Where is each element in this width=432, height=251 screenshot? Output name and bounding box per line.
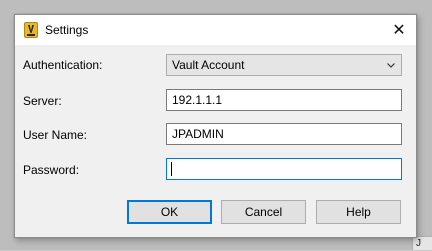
- settings-dialog: Settings ✕ Authentication: Vault Account…: [14, 14, 417, 238]
- window-title: Settings: [45, 23, 88, 37]
- authentication-dropdown[interactable]: Vault Account: [166, 54, 402, 76]
- password-label: Password:: [23, 163, 79, 177]
- server-label: Server:: [23, 94, 62, 108]
- vault-app-icon: [24, 22, 38, 38]
- user-name-label: User Name:: [23, 128, 87, 142]
- chevron-down-icon: [387, 61, 395, 69]
- password-field[interactable]: [166, 158, 402, 180]
- ok-button[interactable]: OK: [127, 200, 212, 224]
- close-icon[interactable]: ✕: [386, 17, 412, 43]
- user-name-field[interactable]: JPADMIN: [166, 123, 402, 145]
- authentication-selected-value: Vault Account: [172, 58, 245, 72]
- title-bar[interactable]: Settings ✕: [15, 15, 416, 45]
- text-caret: [171, 162, 172, 176]
- taskbar-item[interactable]: J: [412, 236, 432, 250]
- help-button[interactable]: Help: [316, 200, 401, 224]
- authentication-label: Authentication:: [23, 58, 102, 72]
- cancel-button[interactable]: Cancel: [221, 200, 306, 224]
- server-field[interactable]: 192.1.1.1: [166, 89, 402, 111]
